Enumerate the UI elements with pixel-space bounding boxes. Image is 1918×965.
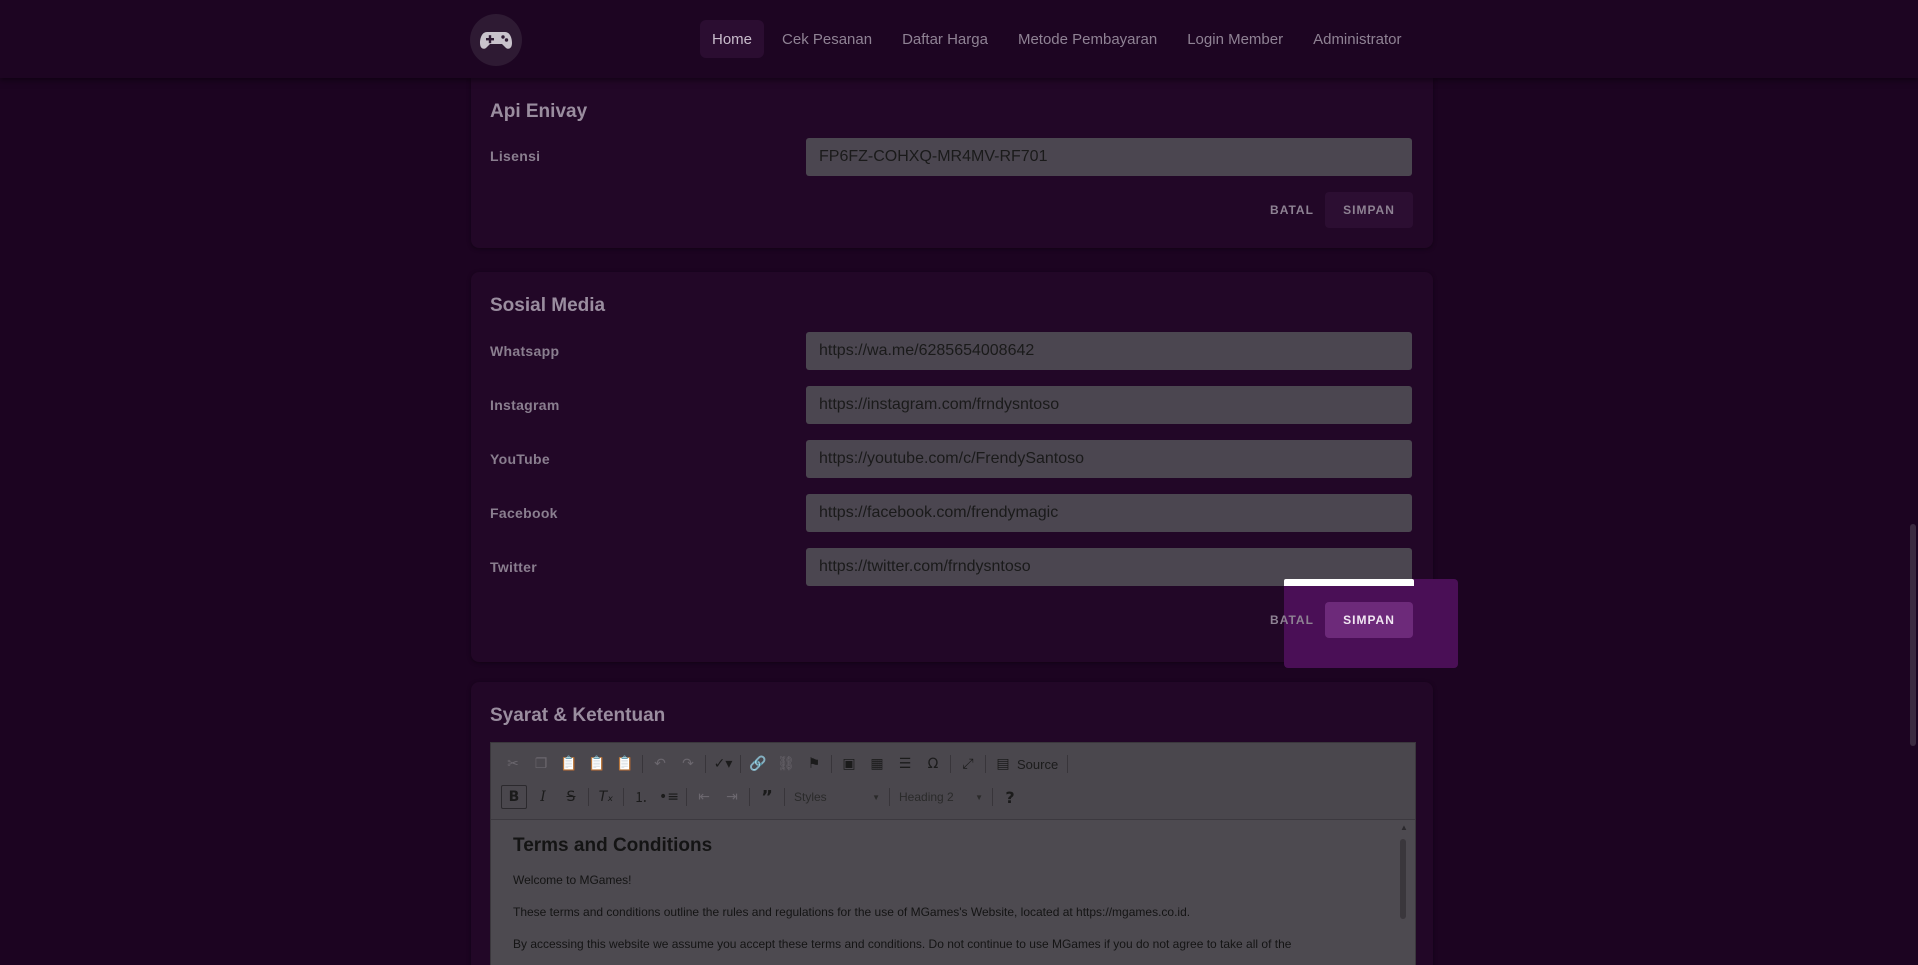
whatsapp-field[interactable] — [806, 332, 1412, 370]
styles-dropdown[interactable]: Styles ▼ — [788, 790, 886, 804]
paste-word-icon[interactable]: 📋 — [611, 751, 639, 777]
paste-icon[interactable]: 📋 — [555, 751, 583, 777]
api-card: Api Enivay Lisensi BATAL SIMPAN — [471, 78, 1433, 248]
copy-icon[interactable]: ❐ — [527, 751, 555, 777]
image-icon[interactable]: ▣ — [835, 751, 863, 777]
paste-text-icon[interactable]: 📋 — [583, 751, 611, 777]
nav-login-member[interactable]: Login Member — [1175, 20, 1295, 58]
help-icon[interactable]: ? — [996, 784, 1024, 810]
terms-card-title: Syarat & Ketentuan — [490, 705, 666, 726]
license-label: Lisensi — [490, 148, 541, 164]
format-dropdown-label: Heading 2 — [899, 790, 954, 804]
toolbar-separator — [705, 755, 706, 773]
toolbar-separator — [588, 788, 589, 806]
api-card-title: Api Enivay — [490, 101, 588, 122]
italic-icon[interactable]: I — [529, 784, 557, 810]
editor-scroll-thumb[interactable] — [1400, 839, 1406, 919]
bold-icon[interactable]: B — [501, 785, 527, 809]
terms-paragraph: Welcome to MGames! — [513, 873, 632, 887]
nav-cek-pesanan[interactable]: Cek Pesanan — [770, 20, 884, 58]
horizontal-line-icon[interactable]: ☰ — [891, 751, 919, 777]
toolbar-separator — [686, 788, 687, 806]
undo-icon[interactable]: ↶ — [646, 751, 674, 777]
nav-daftar-harga[interactable]: Daftar Harga — [890, 20, 1000, 58]
toolbar-separator — [784, 788, 785, 806]
bulleted-list-icon[interactable]: •≡ — [655, 784, 683, 810]
youtube-label: YouTube — [490, 451, 550, 467]
toolbar-separator — [889, 788, 890, 806]
toolbar-separator — [992, 788, 993, 806]
terms-paragraph: By accessing this website we assume you … — [513, 937, 1292, 951]
special-char-icon[interactable]: Ω — [919, 751, 947, 777]
toolbar-separator — [642, 755, 643, 773]
nav-home[interactable]: Home — [700, 20, 765, 58]
page-scrollbar-thumb[interactable] — [1910, 524, 1916, 746]
nav-menu: Home Cek Pesanan Daftar Harga Metode Pem… — [700, 20, 1413, 58]
toolbar-separator — [623, 788, 624, 806]
editor-content[interactable]: Terms and Conditions Welcome to MGames! … — [513, 835, 1393, 965]
terms-heading: Terms and Conditions — [513, 835, 713, 856]
editor-toolbar: ✂ ❐ 📋 📋 📋 ↶ ↷ ✓▾ 🔗 ⛓ ⚑ ▣ ▦ ☰ Ω ⤢ ▤ Sourc… — [491, 743, 1415, 820]
toolbar-separator — [985, 755, 986, 773]
strikethrough-icon[interactable]: S — [557, 784, 585, 810]
social-save-button[interactable]: SIMPAN — [1325, 602, 1413, 638]
spellcheck-icon[interactable]: ✓▾ — [709, 751, 737, 777]
youtube-field[interactable] — [806, 440, 1412, 478]
indent-icon[interactable]: ⇥ — [718, 784, 746, 810]
format-dropdown[interactable]: Heading 2 ▼ — [893, 790, 989, 804]
license-field[interactable] — [806, 138, 1412, 176]
unlink-icon[interactable]: ⛓ — [772, 751, 800, 777]
toolbar-separator — [740, 755, 741, 773]
terms-paragraph: These terms and conditions outline the r… — [513, 905, 1191, 919]
page: Home Cek Pesanan Daftar Harga Metode Pem… — [0, 0, 1918, 965]
source-button-label[interactable]: Source — [1017, 757, 1064, 772]
styles-dropdown-label: Styles — [794, 790, 827, 804]
scroll-up-icon[interactable]: ▲ — [1400, 823, 1408, 832]
source-icon[interactable]: ▤ — [989, 751, 1017, 777]
toolbar-row-2: B I S Tₓ ⒈ •≡ ⇤ ⇥ ” Styles ▼ Heading 2 ▼… — [499, 783, 1024, 811]
twitter-label: Twitter — [490, 559, 537, 575]
api-save-button[interactable]: SIMPAN — [1325, 192, 1413, 228]
instagram-field[interactable] — [806, 386, 1412, 424]
outdent-icon[interactable]: ⇤ — [690, 784, 718, 810]
chevron-down-icon: ▼ — [872, 792, 880, 802]
facebook-field[interactable] — [806, 494, 1412, 532]
toolbar-separator — [749, 788, 750, 806]
instagram-label: Instagram — [490, 397, 560, 413]
rich-text-editor[interactable]: ✂ ❐ 📋 📋 📋 ↶ ↷ ✓▾ 🔗 ⛓ ⚑ ▣ ▦ ☰ Ω ⤢ ▤ Sourc… — [490, 742, 1416, 965]
focus-highlight-edge — [1284, 579, 1414, 586]
table-icon[interactable]: ▦ — [863, 751, 891, 777]
nav-administrator[interactable]: Administrator — [1301, 20, 1413, 58]
site-logo[interactable] — [470, 14, 522, 66]
social-card-title: Sosial Media — [490, 295, 606, 316]
link-icon[interactable]: 🔗 — [744, 751, 772, 777]
facebook-label: Facebook — [490, 505, 558, 521]
cut-icon[interactable]: ✂ — [499, 751, 527, 777]
nav-metode-pembayaran[interactable]: Metode Pembayaran — [1006, 20, 1169, 58]
toolbar-separator — [950, 755, 951, 773]
editor-scrollbar[interactable]: ▲ — [1399, 823, 1408, 963]
toolbar-separator — [1067, 755, 1069, 773]
toolbar-separator — [831, 755, 832, 773]
top-navbar: Home Cek Pesanan Daftar Harga Metode Pem… — [0, 0, 1918, 78]
social-cancel-button[interactable]: BATAL — [1257, 602, 1327, 638]
maximize-icon[interactable]: ⤢ — [954, 751, 982, 777]
api-cancel-button[interactable]: BATAL — [1257, 192, 1327, 228]
anchor-flag-icon[interactable]: ⚑ — [800, 751, 828, 777]
blockquote-icon[interactable]: ” — [753, 784, 781, 810]
toolbar-row-1: ✂ ❐ 📋 📋 📋 ↶ ↷ ✓▾ 🔗 ⛓ ⚑ ▣ ▦ ☰ Ω ⤢ ▤ Sourc… — [499, 750, 1071, 778]
gamepad-icon — [480, 32, 512, 49]
whatsapp-label: Whatsapp — [490, 343, 560, 359]
chevron-down-icon: ▼ — [975, 792, 983, 802]
remove-format-icon[interactable]: Tₓ — [592, 784, 620, 810]
numbered-list-icon[interactable]: ⒈ — [627, 784, 655, 810]
redo-icon[interactable]: ↷ — [674, 751, 702, 777]
